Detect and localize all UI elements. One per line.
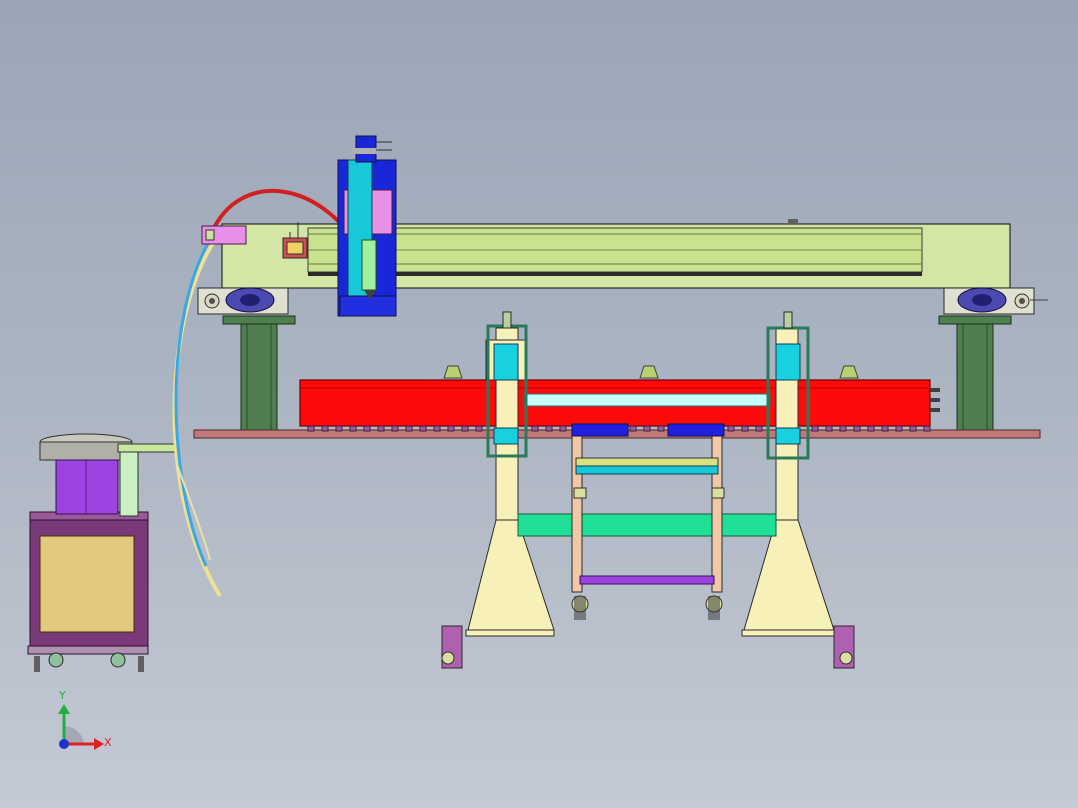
cylinder-bolt	[657, 425, 665, 432]
cylinder-bolt	[867, 425, 875, 432]
press-head-carriage[interactable]	[337, 135, 397, 317]
cylinder-bolt	[419, 425, 427, 432]
cylinder-bolt	[559, 425, 567, 432]
cylinder-bolt	[405, 425, 413, 432]
cylinder-bolt	[853, 425, 861, 432]
cylinder-bolt	[825, 425, 833, 432]
cylinder-bolt	[307, 425, 315, 432]
red-cylinder-workpiece[interactable]	[299, 379, 940, 427]
cylinder-bolt	[895, 425, 903, 432]
right-bearing-block[interactable]	[943, 287, 1048, 315]
cylinder-bolt	[377, 425, 385, 432]
cad-model-scene[interactable]	[0, 0, 1078, 808]
right-stand-frame[interactable]	[741, 311, 855, 669]
x-axis-label: X	[104, 736, 112, 749]
feeder-cabinet[interactable]	[27, 511, 149, 672]
left-stand-frame[interactable]	[441, 311, 555, 669]
cylinder-bolt	[335, 425, 343, 432]
coordinate-triad-icon	[58, 704, 104, 750]
cylinder-bolt	[321, 425, 329, 432]
vibratory-feeder-bowl[interactable]	[39, 433, 177, 517]
cylinder-bolt	[727, 425, 735, 432]
y-axis-label: Y	[59, 689, 66, 702]
cad-viewport[interactable]: Y X	[0, 0, 1078, 808]
cylinder-bolt	[363, 425, 371, 432]
stand-cross-brace[interactable]	[517, 513, 777, 537]
cylinder-bolt	[433, 425, 441, 432]
cylinder-bolt	[881, 425, 889, 432]
cylinder-bolt	[741, 425, 749, 432]
cylinder-bolt	[923, 425, 931, 432]
hose-connector-bracket[interactable]	[201, 225, 247, 245]
cylinder-bolt	[447, 425, 455, 432]
cylinder-bolt	[531, 425, 539, 432]
cylinder-bolt	[811, 425, 819, 432]
cylinder-bolt	[629, 425, 637, 432]
left-bearing-block[interactable]	[197, 287, 289, 315]
cylinder-bolt	[391, 425, 399, 432]
cylinder-bolt	[909, 425, 917, 432]
cylinder-bolt	[475, 425, 483, 432]
cylinder-bolt	[755, 425, 763, 432]
right-support-column[interactable]	[938, 315, 1012, 431]
cylinder-bolt	[643, 425, 651, 432]
cylinder-bolt	[545, 425, 553, 432]
cylinder-bolt	[349, 425, 357, 432]
left-support-column[interactable]	[222, 315, 296, 431]
cylinder-bolt	[839, 425, 847, 432]
cylinder-bolt	[461, 425, 469, 432]
